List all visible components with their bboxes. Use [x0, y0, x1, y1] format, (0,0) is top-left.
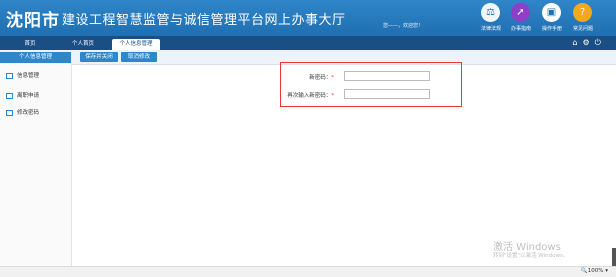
app-title: 建设工程智慧监管与诚信管理平台网上办事大厅 — [62, 13, 346, 28]
save-close-button[interactable]: 保存并关闭 — [80, 52, 118, 62]
manual-label[interactable]: 操作手册 — [537, 25, 567, 32]
sidebar-item-label: 信息管理 — [17, 73, 40, 79]
activation-watermark-text: 转到"设置"以激活 Windows。 — [493, 253, 569, 259]
new-password-input[interactable] — [344, 71, 430, 81]
compass-icon[interactable]: ➚ — [511, 3, 530, 22]
new-password-label: 新密码：* — [309, 75, 334, 81]
tab-personal-info[interactable]: 个人信息管理 — [112, 39, 160, 50]
required-mark: * — [331, 75, 334, 81]
folder-icon — [6, 72, 13, 79]
question-icon[interactable]: ? — [573, 3, 592, 22]
book-icon[interactable]: ▣ — [542, 3, 561, 22]
sidebar-title: 个人信息管理 — [0, 52, 71, 63]
confirm-password-label: 再次输入新密码：* — [287, 93, 334, 99]
power-icon[interactable]: ⏻ — [595, 38, 606, 47]
tab-home[interactable]: 首页 — [8, 39, 52, 50]
folder-icon — [6, 92, 13, 99]
sidebar-item-password[interactable]: 修改密码 — [6, 108, 39, 116]
main-nav: 首页 个人首页 个人信息管理 ⌂⚙⏻ — [0, 36, 616, 50]
laws-label[interactable]: 法律法规 — [476, 25, 506, 32]
brand-city: 沈阳市 — [6, 11, 60, 31]
scrollbar[interactable] — [612, 248, 616, 266]
faq-label[interactable]: 常见问题 — [568, 25, 598, 32]
cancel-edit-button[interactable]: 取消修改 — [121, 52, 157, 62]
welcome-text: 您——，欢迎您！ — [383, 23, 424, 29]
sidebar-item-info[interactable]: 信息管理 — [6, 71, 39, 79]
sidebar-item-resign[interactable]: 离职申请 — [6, 91, 39, 99]
sidebar: 信息管理 离职申请 修改密码 — [0, 64, 72, 276]
tab-personal-home[interactable]: 个人首页 — [60, 39, 106, 50]
app-header: 沈阳市 建设工程智慧监管与诚信管理平台网上办事大厅 您——，欢迎您！ ⚖ 法律法… — [0, 0, 616, 36]
required-mark: * — [331, 93, 334, 99]
highlight-box — [280, 62, 462, 107]
status-bar: 🔍100% ▾ — [0, 266, 616, 277]
zoom-level[interactable]: 🔍100% ▾ — [581, 268, 608, 274]
gear-icon[interactable]: ⚙ — [583, 38, 595, 47]
nav-icons: ⌂⚙⏻ — [572, 38, 606, 48]
folder-icon — [6, 109, 13, 116]
sidebar-item-label: 修改密码 — [17, 110, 40, 116]
scale-icon[interactable]: ⚖ — [481, 3, 500, 22]
sidebar-item-label: 离职申请 — [17, 93, 40, 99]
confirm-password-input[interactable] — [344, 89, 430, 99]
guide-label[interactable]: 办事指南 — [506, 25, 536, 32]
home-icon[interactable]: ⌂ — [572, 38, 582, 47]
